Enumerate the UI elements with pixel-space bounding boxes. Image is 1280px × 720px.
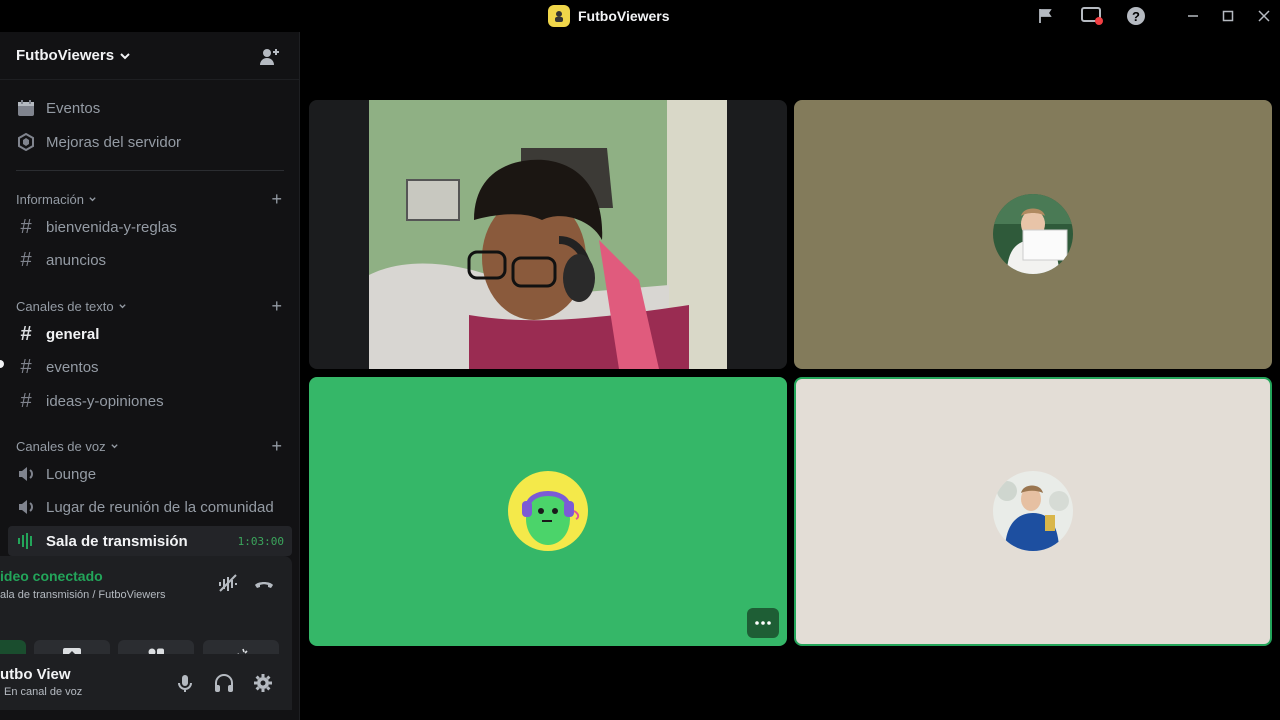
settings-gear-icon[interactable] xyxy=(252,672,274,694)
hash-icon: # xyxy=(20,389,32,412)
channel-general[interactable]: # general xyxy=(8,319,292,349)
sidebar-divider xyxy=(16,170,284,171)
camera-feed xyxy=(369,100,727,369)
close-icon[interactable] xyxy=(1254,6,1274,26)
stage-icon xyxy=(16,531,36,551)
more-options-button[interactable] xyxy=(747,608,779,638)
user-name[interactable]: utbo View xyxy=(0,666,71,683)
channel-anuncios[interactable]: # anuncios xyxy=(8,245,292,275)
invite-people-icon[interactable] xyxy=(258,46,280,68)
microphone-icon[interactable] xyxy=(174,672,196,694)
voice-channel-sala-de-transmision[interactable]: Sala de transmisión 1:03:00 xyxy=(8,526,292,556)
category-informacion[interactable]: Información + xyxy=(16,189,284,210)
speaker-icon xyxy=(16,497,36,517)
server-header[interactable]: FutboViewers xyxy=(0,32,300,80)
video-tile-participant-4-speaking[interactable] xyxy=(794,377,1272,646)
disconnect-icon[interactable] xyxy=(253,572,275,594)
user-status: En canal de voz xyxy=(4,686,83,698)
svg-text:?: ? xyxy=(1132,9,1140,24)
unread-indicator xyxy=(0,360,4,368)
noise-suppression-icon[interactable] xyxy=(217,572,239,594)
hash-icon: # xyxy=(20,322,32,345)
voice-channel-lounge[interactable]: Lounge xyxy=(8,459,292,489)
add-channel-icon[interactable]: + xyxy=(271,296,282,317)
video-tile-participant-3[interactable] xyxy=(309,377,787,646)
window-title: FutboViewers xyxy=(578,8,670,24)
voice-status[interactable]: ideo conectado xyxy=(0,568,103,584)
channel-sidebar: FutboViewers Eventos Mejoras del servido… xyxy=(0,32,300,720)
maximize-icon[interactable] xyxy=(1218,6,1238,26)
help-icon[interactable]: ? xyxy=(1126,6,1146,26)
chevron-down-icon xyxy=(118,303,126,308)
add-channel-icon[interactable]: + xyxy=(271,436,282,457)
app-title-group: FutboViewers xyxy=(548,5,670,27)
sidebar-item-server-boosts[interactable]: Mejoras del servidor xyxy=(8,127,292,157)
category-canales-de-voz[interactable]: Canales de voz + xyxy=(16,436,284,457)
video-tile-participant-2[interactable] xyxy=(794,100,1272,369)
add-channel-icon[interactable]: + xyxy=(271,189,282,210)
server-name[interactable]: FutboViewers xyxy=(16,47,131,64)
calendar-icon xyxy=(16,98,36,118)
flag-icon[interactable] xyxy=(1036,6,1056,26)
hash-icon: # xyxy=(20,248,32,271)
voice-location: ala de transmisión / FutboViewers xyxy=(0,589,166,601)
chevron-down-icon xyxy=(110,443,118,448)
stage-timer: 1:03:00 xyxy=(237,534,284,548)
speaker-icon xyxy=(16,464,36,484)
video-tile-camera[interactable] xyxy=(309,100,787,369)
participant-avatar xyxy=(508,471,588,551)
participant-avatar xyxy=(993,471,1073,551)
screen-record-icon[interactable] xyxy=(1080,6,1104,26)
server-logo-icon xyxy=(548,5,570,27)
channel-bienvenida-y-reglas[interactable]: # bienvenida-y-reglas xyxy=(8,212,292,242)
user-panel: utbo View En canal de voz xyxy=(0,654,292,710)
voice-channel-lugar-de-reunion[interactable]: Lugar de reunión de la comunidad xyxy=(8,492,292,522)
chevron-down-icon xyxy=(120,52,130,59)
channel-ideas-y-opiniones[interactable]: # ideas-y-opiniones xyxy=(8,386,292,416)
minimize-icon[interactable] xyxy=(1183,6,1203,26)
headphones-icon[interactable] xyxy=(213,672,235,694)
participant-avatar xyxy=(993,194,1073,274)
hash-icon: # xyxy=(20,355,32,378)
chevron-down-icon xyxy=(89,196,96,201)
ellipsis-icon xyxy=(755,621,771,625)
category-canales-de-texto[interactable]: Canales de texto + xyxy=(16,296,284,317)
title-bar: FutboViewers ? xyxy=(0,0,1280,32)
hash-icon: # xyxy=(20,215,32,238)
sidebar-item-eventos[interactable]: Eventos xyxy=(8,93,292,123)
channel-eventos[interactable]: # eventos xyxy=(8,352,292,382)
boost-icon xyxy=(16,132,36,152)
